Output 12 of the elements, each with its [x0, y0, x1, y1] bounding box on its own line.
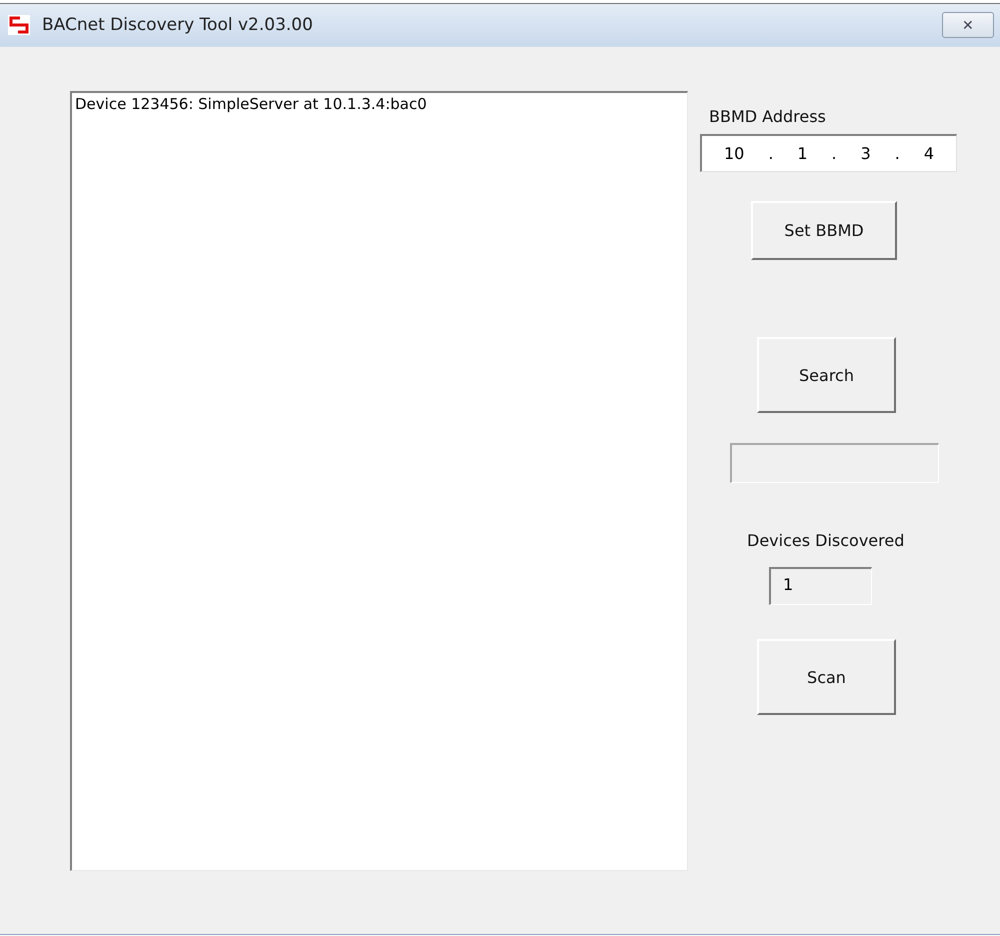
search-button[interactable]: Search [757, 337, 896, 413]
set-bbmd-button[interactable]: Set BBMD [751, 201, 897, 260]
ip-address-field[interactable]: 10 . 1 . 3 . 4 [700, 134, 957, 172]
device-list[interactable]: Device 123456: SimpleServer at 10.1.3.4:bac0 [70, 91, 688, 871]
devices-discovered-label: Devices Discovered [747, 531, 904, 550]
bbmd-address-label: BBMD Address [709, 107, 826, 126]
scan-button[interactable]: Scan [757, 639, 896, 715]
app-logo-icon [8, 15, 30, 35]
device-list-item[interactable]: Device 123456: SimpleServer at 10.1.3.4:bac0 [75, 95, 684, 113]
close-button[interactable]: ✕ [942, 12, 994, 38]
device-count-field: 1 [769, 567, 872, 605]
window-title: BACnet Discovery Tool v2.03.00 [42, 15, 314, 35]
